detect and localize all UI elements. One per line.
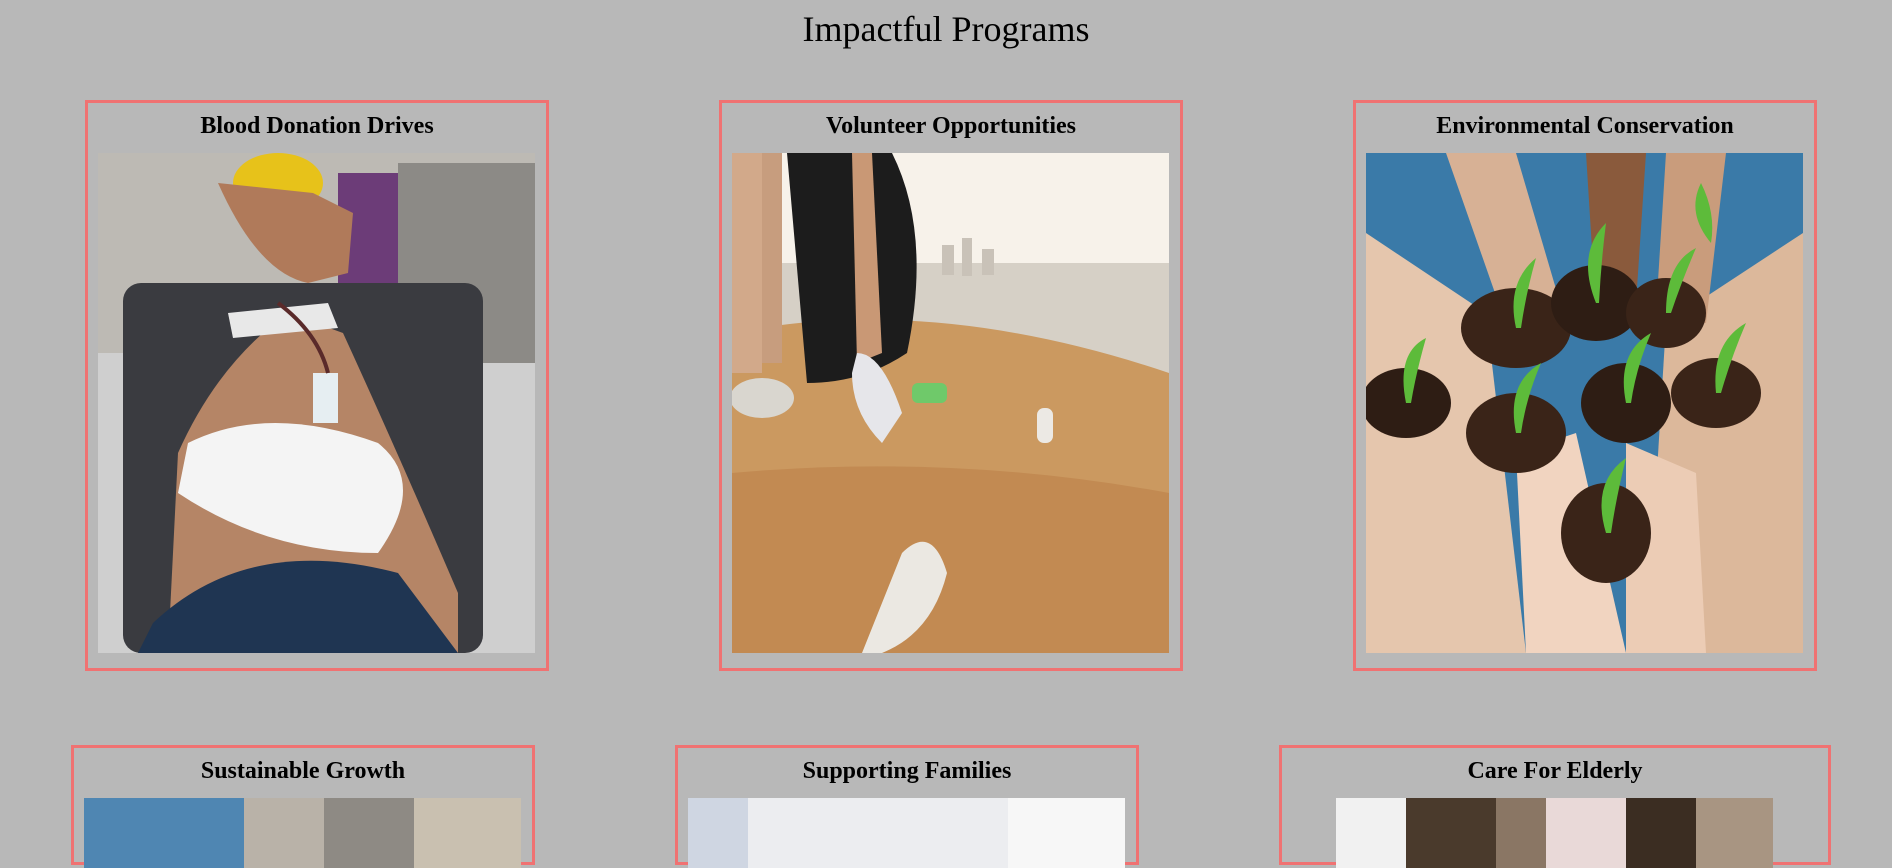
program-card-title: Care For Elderly bbox=[1467, 758, 1643, 784]
program-card-sustainable-growth[interactable]: Sustainable Growth bbox=[71, 745, 535, 868]
program-card-title: Volunteer Opportunities bbox=[825, 113, 1077, 139]
program-card-title: Sustainable Growth bbox=[200, 758, 406, 784]
program-card-title: Supporting Families bbox=[802, 758, 1012, 784]
program-card-title: Environmental Conservation bbox=[1436, 113, 1734, 139]
program-card-volunteer[interactable]: Volunteer Opportunities bbox=[719, 100, 1183, 671]
program-card-blood-donation[interactable]: Blood Donation Drives bbox=[85, 100, 549, 671]
blood-donation-photo bbox=[98, 153, 535, 653]
seedlings-in-hands-photo bbox=[1366, 153, 1803, 653]
sustainable-growth-photo bbox=[84, 798, 521, 868]
program-card-supporting-families[interactable]: Supporting Families bbox=[675, 745, 1139, 868]
page-title: Impactful Programs bbox=[802, 9, 1090, 49]
supporting-families-photo bbox=[688, 798, 1125, 868]
program-card-title: Blood Donation Drives bbox=[200, 113, 434, 139]
elderly-care-photo bbox=[1336, 798, 1773, 868]
beach-cleanup-photo bbox=[732, 153, 1169, 653]
program-card-elderly-care[interactable]: Care For Elderly bbox=[1279, 745, 1831, 868]
program-card-environment[interactable]: Environmental Conservation bbox=[1353, 100, 1817, 671]
